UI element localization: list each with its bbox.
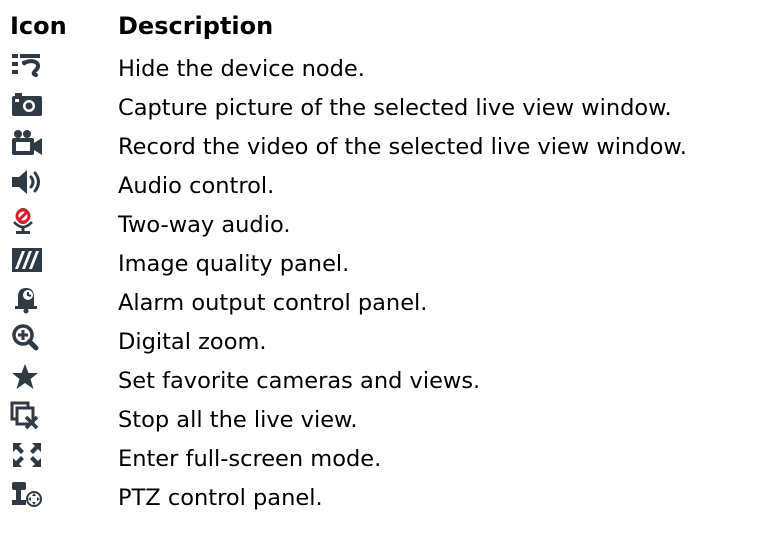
- camera-capture-icon: [10, 89, 44, 119]
- table-row: Record the video of the selected live vi…: [0, 126, 776, 165]
- image-quality-icon: [10, 245, 44, 275]
- icon-column-header: Icon: [10, 12, 67, 40]
- table-row: Stop all the live view.: [0, 399, 776, 438]
- alarm-output-bell-icon: [10, 284, 44, 314]
- row-description: Two-way audio.: [118, 212, 291, 238]
- video-record-icon: [10, 128, 44, 158]
- row-description: PTZ control panel.: [118, 485, 323, 511]
- row-description: Record the video of the selected live vi…: [118, 134, 687, 160]
- table-row: Set favorite cameras and views.: [0, 360, 776, 399]
- full-screen-icon: [10, 440, 44, 470]
- stop-all-live-view-icon: [10, 401, 44, 431]
- icon-description-table: Icon Description Hide the device node. C…: [0, 0, 776, 560]
- table-body: Hide the device node. Capture picture of…: [0, 48, 776, 516]
- row-description: Audio control.: [118, 173, 275, 199]
- row-description: Image quality panel.: [118, 251, 350, 277]
- row-description: Capture picture of the selected live vie…: [118, 95, 672, 121]
- zoom-in-magnifier-icon: [10, 323, 44, 353]
- ptz-control-icon: [10, 479, 44, 509]
- table-row: Hide the device node.: [0, 48, 776, 87]
- star-favorite-icon: [10, 362, 44, 392]
- row-description: Hide the device node.: [118, 56, 365, 82]
- row-description: Enter full-screen mode.: [118, 446, 382, 472]
- table-row: PTZ control panel.: [0, 477, 776, 516]
- table-row: Alarm output control panel.: [0, 282, 776, 321]
- speaker-audio-icon: [10, 167, 44, 197]
- table-row: Audio control.: [0, 165, 776, 204]
- table-row: Digital zoom.: [0, 321, 776, 360]
- row-description: Alarm output control panel.: [118, 290, 428, 316]
- two-way-audio-mic-icon: [10, 206, 44, 236]
- description-column-header: Description: [118, 12, 274, 40]
- row-description: Stop all the live view.: [118, 407, 358, 433]
- row-description: Set favorite cameras and views.: [118, 368, 481, 394]
- hide-device-node-icon: [10, 50, 44, 80]
- table-row: Enter full-screen mode.: [0, 438, 776, 477]
- row-description: Digital zoom.: [118, 329, 267, 355]
- table-row: Capture picture of the selected live vie…: [0, 87, 776, 126]
- table-header: Icon Description: [0, 8, 776, 44]
- table-row: Two-way audio.: [0, 204, 776, 243]
- table-row: Image quality panel.: [0, 243, 776, 282]
